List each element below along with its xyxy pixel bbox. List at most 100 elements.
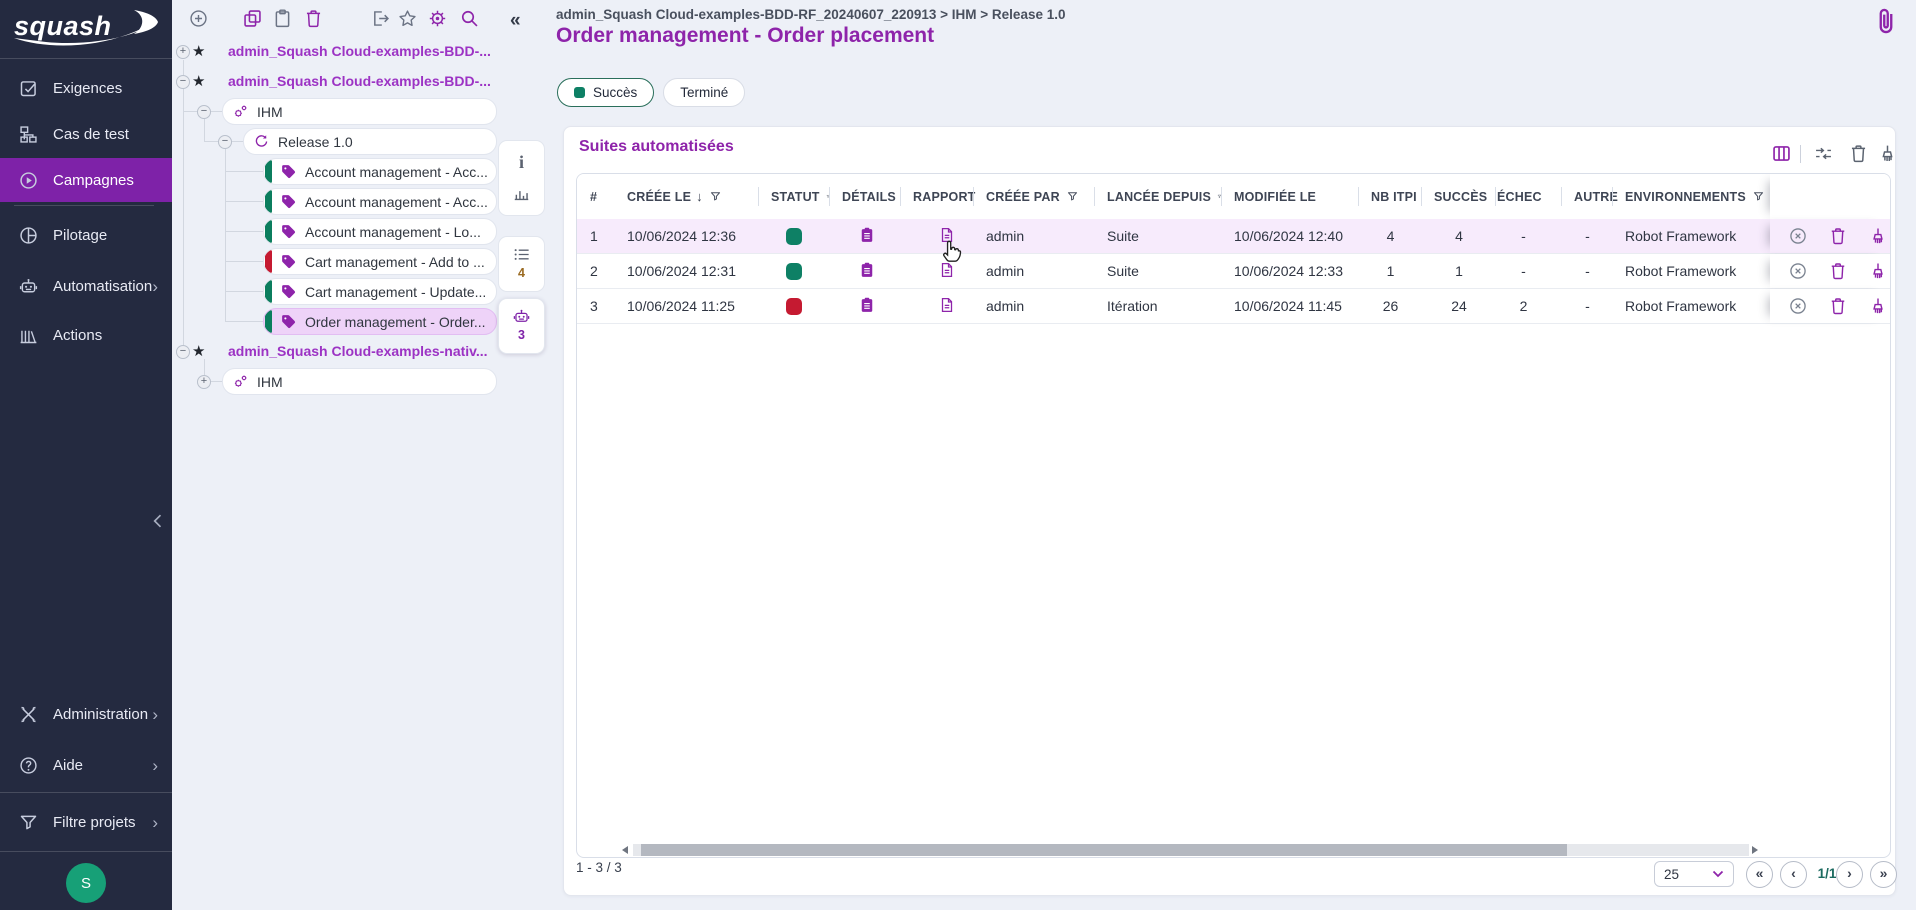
table-row[interactable]: 110/06/2024 12:36adminSuite10/06/2024 12… <box>577 219 1891 254</box>
scroll-left-arrow[interactable] <box>622 846 628 854</box>
sidebar-item-filtre-projets[interactable]: Filtre projets› <box>0 800 172 844</box>
test-cases-icon <box>18 124 39 145</box>
sidebar-item-exigences[interactable]: Exigences <box>0 66 172 110</box>
expand-toggle-icon[interactable]: + <box>176 45 190 59</box>
tree-toolbar-export-button[interactable] <box>370 8 392 30</box>
gears-icon <box>232 103 249 120</box>
next-page-button[interactable]: › <box>1836 861 1863 888</box>
cell-value: admin <box>986 263 1024 279</box>
tree-toolbar-paste-button[interactable] <box>272 8 294 30</box>
tree-item-campaign[interactable]: Account management - Acc... <box>263 158 497 185</box>
delete-suite-button[interactable] <box>1828 261 1848 281</box>
column-header-num[interactable]: # <box>577 174 615 219</box>
column-header-created[interactable]: CRÉÉE LE↓ <box>615 174 759 219</box>
show-columns-button[interactable] <box>1771 143 1793 165</box>
tag-icon <box>280 223 297 240</box>
tree-item-campaign[interactable]: Account management - Acc... <box>263 188 497 215</box>
column-header-launched[interactable]: LANCÉE DEPUIS <box>1095 174 1222 219</box>
tag-icon <box>280 253 297 270</box>
expand-toggle-icon[interactable]: + <box>197 375 211 389</box>
details-button[interactable] <box>857 226 877 246</box>
collapse-toggle-icon[interactable]: − <box>176 75 190 89</box>
cell-rapport <box>901 289 974 323</box>
tree-item-release-1-0[interactable]: Release 1.0 <box>243 128 497 155</box>
sidebar-item-pilotage[interactable]: Pilotage <box>0 213 172 257</box>
tree-toolbar-favorites-button[interactable] <box>397 8 419 30</box>
tree-toolbar-add-button[interactable] <box>188 8 210 30</box>
app-logo[interactable]: squash <box>0 0 172 58</box>
clean-suites-button[interactable] <box>1877 143 1899 165</box>
breadcrumb[interactable]: admin_Squash Cloud-examples-BDD-RF_20240… <box>556 7 1066 22</box>
column-label: MODIFIÉE LE <box>1234 190 1316 204</box>
scroll-right-arrow[interactable] <box>1752 846 1758 854</box>
column-header-status[interactable]: STATUT <box>759 174 830 219</box>
column-header-env[interactable]: ENVIRONNEMENTS <box>1613 174 1770 219</box>
collapse-toggle-icon[interactable]: − <box>197 105 211 119</box>
tree-row: Account management - Lo... <box>172 217 512 247</box>
attachments-button[interactable] <box>1872 4 1902 40</box>
cell-value: admin <box>986 298 1024 314</box>
info-icon: i <box>519 153 524 171</box>
cancel-execution-button[interactable] <box>1788 261 1808 281</box>
tree-item-campaign[interactable]: Account management - Lo... <box>263 218 497 245</box>
column-header-nbItpi[interactable]: NB ITPI <box>1359 174 1422 219</box>
sidebar-item-aide[interactable]: Aide› <box>0 743 172 787</box>
horizontal-scrollbar-thumb[interactable] <box>641 844 1567 856</box>
tab-automated-suites[interactable]: 3 <box>498 298 545 354</box>
details-button[interactable] <box>857 261 877 281</box>
tree-item-campaign[interactable]: Cart management - Update... <box>263 278 497 305</box>
column-header-modified[interactable]: MODIFIÉE LE <box>1222 174 1359 219</box>
sidebar-item-campagnes[interactable]: Campagnes <box>0 158 172 202</box>
report-button[interactable] <box>937 261 957 281</box>
tree-item-campaign[interactable]: Cart management - Add to ... <box>263 248 497 275</box>
tree-item-ihm[interactable]: IHM <box>222 98 497 125</box>
sidebar-item-administration[interactable]: Administration› <box>0 692 172 736</box>
cancel-execution-button[interactable] <box>1788 296 1808 316</box>
delete-suites-button[interactable] <box>1848 143 1870 165</box>
tree-toolbar-search-button[interactable] <box>459 8 481 30</box>
first-page-button[interactable]: « <box>1746 861 1773 888</box>
tab-information[interactable]: i <box>498 140 545 216</box>
sidebar-item-actions[interactable]: Actions <box>0 313 172 357</box>
tree-toolbar-settings-button[interactable] <box>427 8 449 30</box>
column-header-details[interactable]: DÉTAILS <box>830 174 901 219</box>
tree-project-link[interactable]: admin_Squash Cloud-examples-BDD-... <box>228 73 491 89</box>
user-avatar[interactable]: S <box>66 863 106 903</box>
table-row[interactable]: 210/06/2024 12:31adminSuite10/06/2024 12… <box>577 254 1891 289</box>
collapse-toggle-icon[interactable]: − <box>176 345 190 359</box>
tree-project-link[interactable]: admin_Squash Cloud-examples-BDD-... <box>228 43 491 59</box>
column-header-createdBy[interactable]: CRÉÉE PAR <box>974 174 1095 219</box>
tree-row: Account management - Acc... <box>172 187 512 217</box>
details-button[interactable] <box>857 296 877 316</box>
tree-item-campaign[interactable]: Order management - Order... <box>263 308 497 335</box>
sidebar-collapse-button[interactable] <box>148 511 168 531</box>
delete-suite-button[interactable] <box>1828 296 1848 316</box>
delete-suite-button[interactable] <box>1828 226 1848 246</box>
sidebar-item-cas-de-test[interactable]: Cas de test <box>0 112 172 156</box>
collapse-tree-button[interactable]: « <box>510 10 521 32</box>
collapse-toggle-icon[interactable]: − <box>218 135 232 149</box>
cell-num: 1 <box>577 219 615 253</box>
table-row[interactable]: 310/06/2024 11:25adminItération10/06/202… <box>577 289 1891 324</box>
page-size-select[interactable]: 25 <box>1654 861 1734 887</box>
tab-executions[interactable]: 4 <box>498 236 545 292</box>
previous-page-button[interactable]: ‹ <box>1780 861 1807 888</box>
sidebar-item-automatisation[interactable]: Automatisation› <box>0 264 172 308</box>
tree-item-ihm[interactable]: IHM <box>222 368 497 395</box>
column-header-rapport[interactable]: RAPPORT <box>901 174 974 219</box>
clean-suite-button[interactable] <box>1868 296 1888 316</box>
column-header-other[interactable]: AUTRE <box>1562 174 1613 219</box>
report-button[interactable] <box>937 296 957 316</box>
cell-nbItpi: 4 <box>1359 219 1422 253</box>
clean-suite-button[interactable] <box>1868 226 1888 246</box>
clean-suite-button[interactable] <box>1868 261 1888 281</box>
report-button[interactable] <box>937 226 957 246</box>
cell-value: - <box>1585 228 1590 244</box>
last-page-button[interactable]: » <box>1870 861 1897 888</box>
cancel-execution-button[interactable] <box>1788 226 1808 246</box>
tree-project-link[interactable]: admin_Squash Cloud-examples-nativ... <box>228 343 488 359</box>
tree-toolbar-copy-button[interactable] <box>242 8 264 30</box>
tree-toolbar-delete-button[interactable] <box>303 8 325 30</box>
column-header-failure[interactable]: ÉCHEC <box>1485 174 1562 219</box>
transfer-button[interactable] <box>1813 143 1835 165</box>
